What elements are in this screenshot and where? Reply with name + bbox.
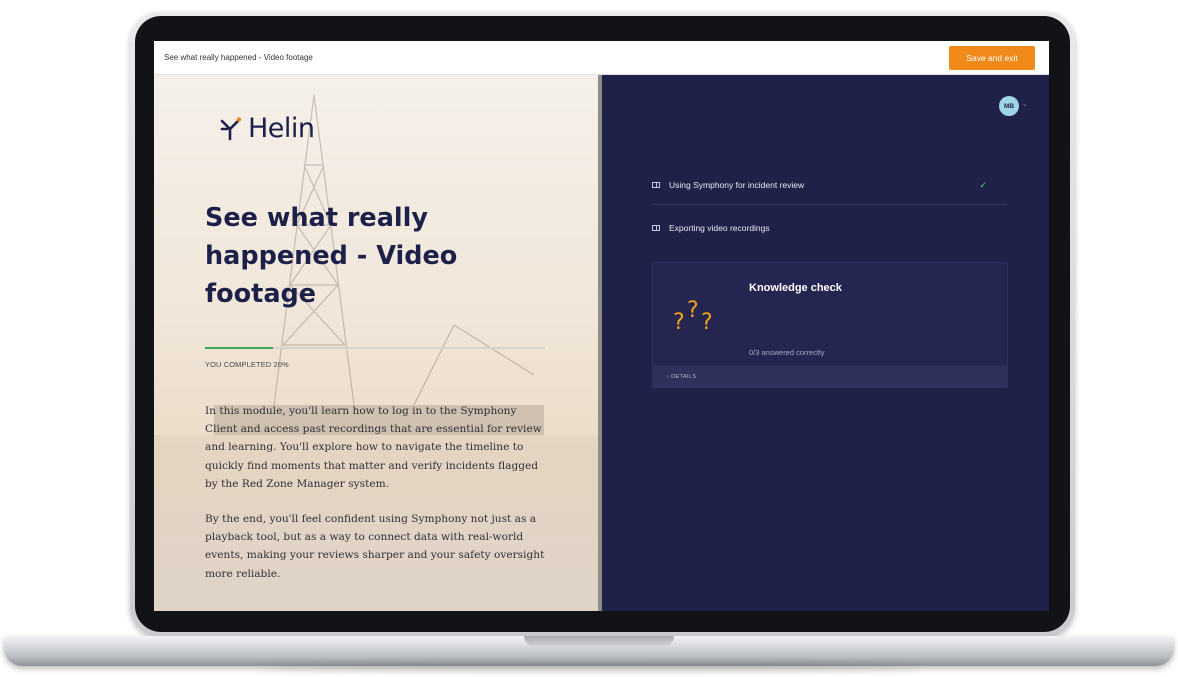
- progress-label: YOU COMPLETED 20%: [205, 360, 289, 369]
- chevron-down-icon[interactable]: ⌄: [1022, 100, 1028, 108]
- user-avatar[interactable]: MB: [999, 96, 1019, 116]
- book-icon: [652, 225, 660, 231]
- lesson-list-panel: MB ⌄ Using Symphony for incident review …: [602, 75, 1049, 611]
- lesson-item-using-symphony[interactable]: Using Symphony for incident review ✓: [652, 175, 1007, 195]
- laptop-base-notch: [524, 636, 674, 646]
- knowledge-check-card[interactable]: ? ? ? Knowledge check 0/3 answered corre…: [652, 262, 1008, 388]
- details-label: › DETAILS: [667, 373, 697, 380]
- svg-text:?: ?: [701, 310, 713, 333]
- helin-logo: Helin: [218, 113, 315, 144]
- course-title: See what really happened - Video footage: [164, 53, 313, 62]
- progress-bar-fill: [205, 347, 273, 349]
- checkmark-icon: ✓: [979, 179, 987, 190]
- svg-text:?: ?: [673, 310, 685, 333]
- laptop-shadow: [260, 664, 920, 672]
- progress-bar: [205, 347, 545, 349]
- knowledge-check-status: 0/3 answered correctly: [749, 348, 825, 357]
- knowledge-check-details-toggle[interactable]: › DETAILS: [653, 366, 1007, 387]
- module-title: See what really happened - Video footage: [205, 203, 458, 309]
- helin-logo-text: Helin: [248, 113, 315, 144]
- lesson-item-exporting-video[interactable]: Exporting video recordings: [652, 218, 1007, 238]
- module-intro-panel: Helin See what really happened - Video f…: [154, 75, 601, 611]
- laptop-screen: See what really happened - Video footage…: [154, 41, 1049, 611]
- helin-logo-mark-icon: [220, 116, 242, 140]
- knowledge-check-title: Knowledge check: [749, 282, 842, 294]
- lesson-label: Using Symphony for incident review: [669, 180, 805, 190]
- book-icon: [652, 182, 660, 188]
- intro-paragraph: By the end, you'll feel confident using …: [205, 513, 545, 580]
- save-and-exit-button[interactable]: Save and exit: [949, 46, 1035, 70]
- question-marks-icon: ? ? ?: [673, 298, 713, 333]
- lesson-divider: [652, 204, 1007, 205]
- top-bar: See what really happened - Video footage…: [154, 41, 1049, 75]
- svg-text:?: ?: [687, 298, 699, 323]
- lesson-label: Exporting video recordings: [669, 223, 770, 233]
- intro-paragraph: In this module, you'll learn how to log …: [205, 405, 542, 490]
